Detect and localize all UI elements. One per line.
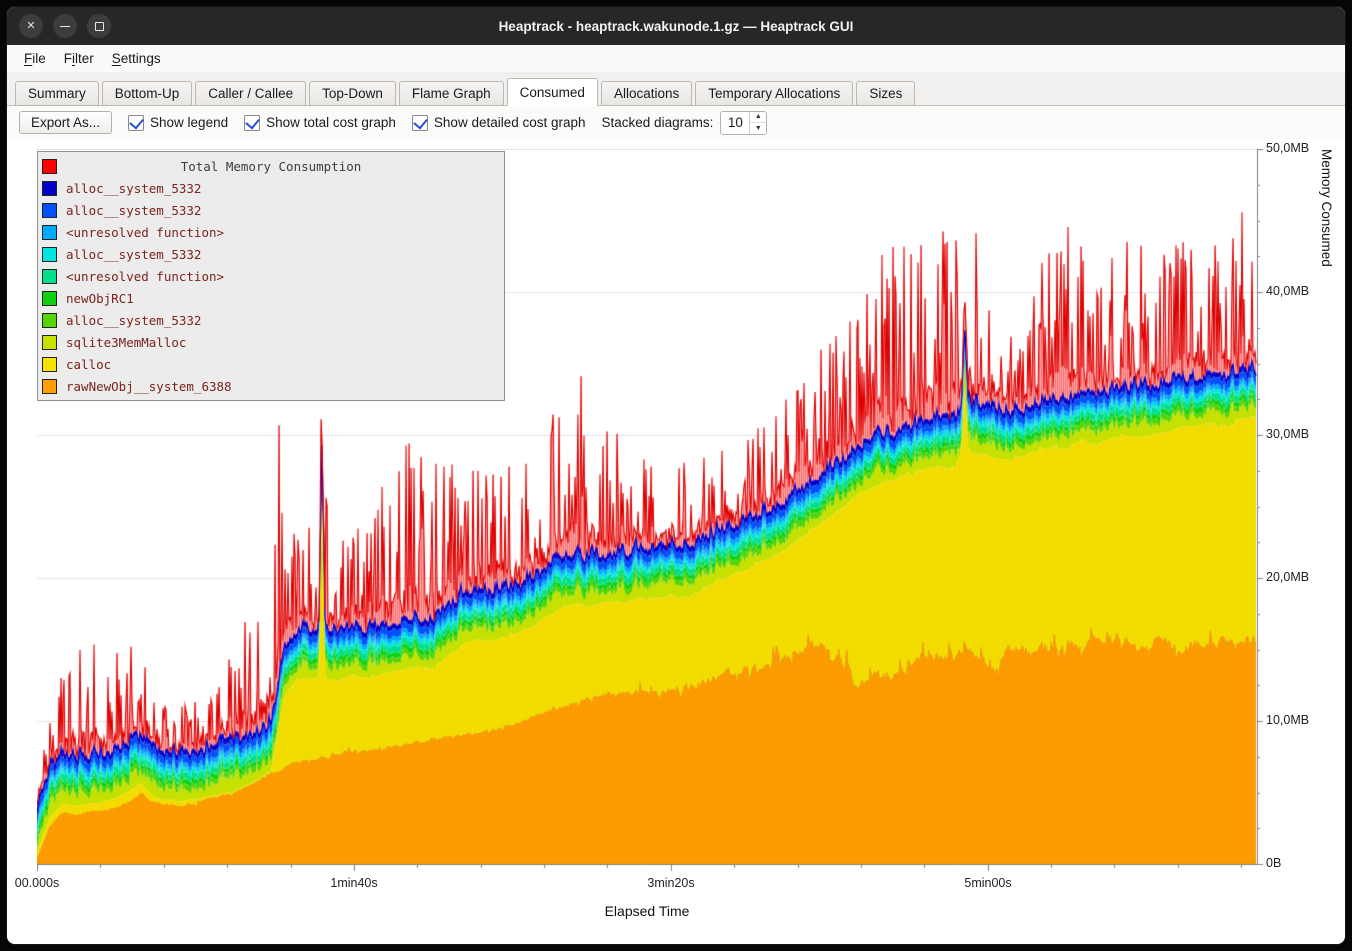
legend-item-label: alloc__system_5332	[66, 203, 201, 218]
tab-flame-graph[interactable]: Flame Graph	[399, 81, 504, 106]
legend-swatch	[42, 313, 57, 328]
tab-temporary-allocations[interactable]: Temporary Allocations	[695, 81, 853, 106]
legend-item-label: sqlite3MemMalloc	[66, 335, 186, 350]
tab-caller-callee[interactable]: Caller / Callee	[195, 81, 306, 106]
close-icon: ✕	[26, 21, 35, 32]
minimize-button[interactable]	[53, 14, 77, 38]
stacked-diagrams-label: Stacked diagrams:	[602, 115, 714, 130]
legend-item: newObjRC1	[42, 287, 500, 309]
legend-swatch	[42, 291, 57, 306]
show-total-cost-option[interactable]: Show total cost graph	[244, 115, 396, 131]
legend-item: calloc	[42, 353, 500, 375]
legend-item-label: <unresolved function>	[66, 269, 224, 284]
show-legend-checkbox[interactable]	[128, 115, 144, 131]
legend-title: Total Memory Consumption	[42, 159, 500, 174]
legend-swatch	[42, 247, 57, 262]
export-as-button[interactable]: Export As...	[19, 111, 112, 134]
menu-file[interactable]: File	[15, 45, 55, 72]
y-axis-tick-label: 30,0MB	[1266, 427, 1309, 441]
menu-file-label: File	[24, 51, 46, 66]
show-total-cost-label: Show total cost graph	[266, 115, 396, 130]
legend-item-label: rawNewObj__system_6388	[66, 379, 232, 394]
spinner-down-button[interactable]: ▼	[750, 123, 766, 134]
menu-settings-label: Settings	[112, 51, 161, 66]
x-axis-title: Elapsed Time	[605, 903, 690, 919]
show-total-cost-checkbox[interactable]	[244, 115, 260, 131]
legend-swatch	[42, 181, 57, 196]
legend-item-label: calloc	[66, 357, 111, 372]
show-detailed-cost-checkbox[interactable]	[412, 115, 428, 131]
tab-allocations[interactable]: Allocations	[601, 81, 692, 106]
x-axis-tick-label: 00.000s	[15, 876, 59, 890]
spinner-arrows: ▲ ▼	[749, 112, 766, 134]
legend-item-label: <unresolved function>	[66, 225, 224, 240]
legend-item: rawNewObj__system_6388	[42, 375, 500, 397]
x-axis-tick-label: 5min00s	[964, 876, 1011, 890]
window-title: Heaptrack - heaptrack.wakunode.1.gz — He…	[499, 19, 854, 34]
legend-item-label: alloc__system_5332	[66, 181, 201, 196]
show-detailed-cost-label: Show detailed cost graph	[434, 115, 586, 130]
show-legend-label: Show legend	[150, 115, 228, 130]
legend-swatch	[42, 269, 57, 284]
y-axis-title: Memory Consumed	[1319, 149, 1334, 864]
show-legend-option[interactable]: Show legend	[128, 115, 228, 131]
legend-item-label: alloc__system_5332	[66, 247, 201, 262]
spinner-up-button[interactable]: ▲	[750, 112, 766, 124]
chart-legend: Total Memory Consumption alloc__system_5…	[37, 151, 505, 401]
legend-swatch	[42, 379, 57, 394]
app-window: ✕ Heaptrack - heaptrack.wakunode.1.gz — …	[6, 6, 1346, 945]
legend-item: sqlite3MemMalloc	[42, 331, 500, 353]
tab-consumed[interactable]: Consumed	[507, 78, 598, 106]
chevron-down-icon: ▼	[755, 125, 762, 132]
y-axis-tick-label: 40,0MB	[1266, 284, 1309, 298]
y-axis-tick-label: 50,0MB	[1266, 141, 1309, 155]
close-button[interactable]: ✕	[19, 14, 43, 38]
legend-swatch	[42, 225, 57, 240]
maximize-button[interactable]	[87, 14, 111, 38]
legend-item-total: Total Memory Consumption	[42, 155, 500, 177]
legend-item: alloc__system_5332	[42, 243, 500, 265]
tab-sizes[interactable]: Sizes	[856, 81, 915, 106]
chevron-up-icon: ▲	[755, 113, 762, 120]
legend-item: alloc__system_5332	[42, 199, 500, 221]
consumed-chart-panel: Total Memory Consumption alloc__system_5…	[7, 139, 1345, 944]
tabbar: Summary Bottom-Up Caller / Callee Top-Do…	[7, 72, 1345, 106]
minimize-icon	[60, 26, 70, 27]
toolbar: Export As... Show legend Show total cost…	[7, 106, 1345, 139]
menu-filter-label: Filter	[64, 51, 94, 66]
window-controls: ✕	[19, 14, 111, 38]
tab-bottom-up[interactable]: Bottom-Up	[102, 81, 193, 106]
stacked-diagrams-spinner[interactable]: 10 ▲ ▼	[720, 111, 767, 135]
legend-swatch	[42, 203, 57, 218]
menu-settings[interactable]: Settings	[103, 45, 170, 72]
stacked-diagrams-value[interactable]: 10	[721, 112, 749, 134]
legend-item: <unresolved function>	[42, 221, 500, 243]
legend-item-label: alloc__system_5332	[66, 313, 201, 328]
menubar: File Filter Settings	[7, 45, 1345, 72]
menu-filter[interactable]: Filter	[55, 45, 103, 72]
x-axis-tick-label: 1min40s	[330, 876, 377, 890]
stacked-diagrams-group: Stacked diagrams: 10 ▲ ▼	[602, 111, 768, 135]
titlebar[interactable]: ✕ Heaptrack - heaptrack.wakunode.1.gz — …	[7, 7, 1345, 45]
legend-item: alloc__system_5332	[42, 309, 500, 331]
maximize-icon	[95, 22, 104, 31]
y-axis-tick-label: 20,0MB	[1266, 570, 1309, 584]
show-detailed-cost-option[interactable]: Show detailed cost graph	[412, 115, 586, 131]
legend-item: <unresolved function>	[42, 265, 500, 287]
x-axis-tick-label: 3min20s	[647, 876, 694, 890]
legend-item-label: newObjRC1	[66, 291, 134, 306]
legend-item: alloc__system_5332	[42, 177, 500, 199]
tab-summary[interactable]: Summary	[15, 81, 99, 106]
legend-swatch	[42, 335, 57, 350]
y-axis-tick-label: 0B	[1266, 856, 1281, 870]
legend-swatch	[42, 357, 57, 372]
tab-top-down[interactable]: Top-Down	[309, 81, 396, 106]
y-axis-tick-label: 10,0MB	[1266, 713, 1309, 727]
